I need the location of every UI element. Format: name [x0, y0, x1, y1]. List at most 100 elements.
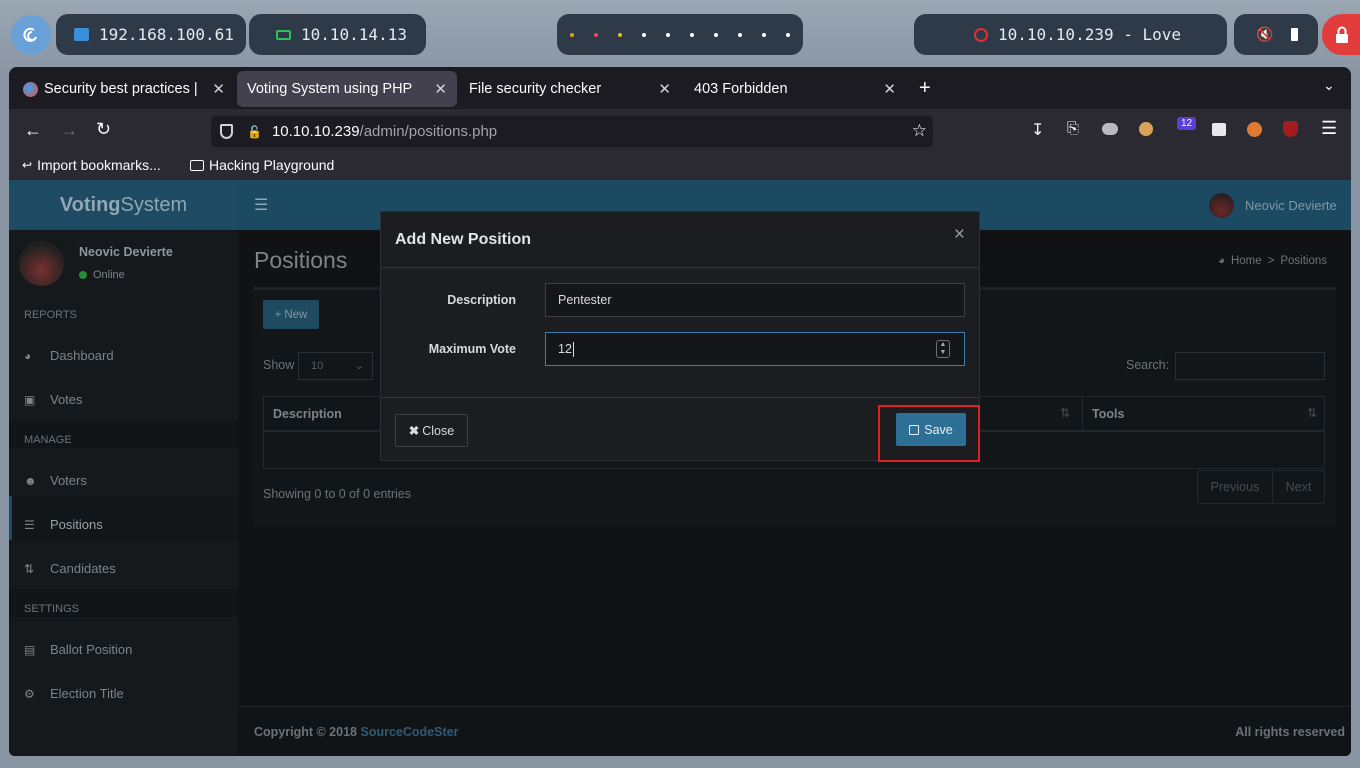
- bookmarks-toolbar: ↩ Import bookmarks... Hacking Playground: [9, 153, 1351, 180]
- workspace-dot[interactable]: [738, 32, 742, 37]
- ublock-icon[interactable]: [1283, 121, 1298, 137]
- url-bar[interactable]: 🔓 10.10.10.239 /admin/positions.php ☆: [211, 116, 933, 147]
- workspace-dot[interactable]: [666, 32, 670, 37]
- sort-icon[interactable]: ⇅: [1060, 406, 1070, 420]
- header-avatar[interactable]: [1209, 193, 1234, 218]
- power-lock-icon[interactable]: [1322, 14, 1360, 55]
- close-tab-icon[interactable]: ✕: [434, 80, 447, 98]
- sidebar-item-ballot-position[interactable]: ▤ Ballot Position: [24, 642, 132, 657]
- close-tab-icon[interactable]: ✕: [658, 80, 671, 98]
- workspace-dot[interactable]: [570, 32, 574, 37]
- col-divider: [1082, 397, 1083, 431]
- page-length-select[interactable]: 10 ⌄: [298, 352, 373, 380]
- breadcrumb-current: Positions: [1280, 255, 1328, 267]
- forward-icon[interactable]: →: [60, 120, 78, 141]
- debian-menu-icon[interactable]: [11, 15, 51, 55]
- extensions-icon[interactable]: ⎘: [1067, 120, 1079, 137]
- online-dot-icon: [79, 271, 87, 279]
- page-footer: Copyright © 2018 SourceCodeSter All righ…: [238, 706, 1351, 756]
- sidebar-item-election-title[interactable]: ⚙ Election Title: [24, 686, 124, 701]
- workspace-dot[interactable]: [714, 32, 718, 37]
- search-input[interactable]: [1175, 352, 1325, 380]
- workspace-dot[interactable]: [690, 32, 694, 37]
- lock-icon[interactable]: 🔓: [247, 125, 262, 139]
- menu-hamburger-icon[interactable]: ☰: [1321, 118, 1337, 139]
- tab-security-best-practices[interactable]: Security best practices | ✕: [13, 71, 235, 107]
- bookmark-hacking-playground[interactable]: Hacking Playground: [190, 157, 334, 173]
- sidebar-item-votes[interactable]: ▣ Votes: [24, 392, 83, 407]
- vpn-ip-widget[interactable]: 10.10.14.13: [249, 14, 426, 55]
- status-text: Online: [93, 269, 125, 281]
- new-button-label: New: [284, 308, 308, 321]
- workspace-dot[interactable]: [762, 32, 766, 37]
- breadcrumb-home[interactable]: Home: [1231, 255, 1262, 267]
- sort-icon: ⇅: [24, 561, 35, 576]
- workspace-dot[interactable]: [594, 32, 598, 37]
- sidebar-section-settings: SETTINGS: [24, 603, 80, 615]
- description-field[interactable]: Pentester: [545, 283, 965, 317]
- workspace-indicator[interactable]: [557, 14, 803, 55]
- times-icon: ✖: [408, 424, 420, 438]
- max-vote-value: 12: [558, 342, 572, 356]
- users-icon: ☻: [24, 473, 37, 488]
- tab-403-forbidden[interactable]: 403 Forbidden ✕: [684, 71, 906, 107]
- online-status: Online: [79, 269, 125, 281]
- mute-icon[interactable]: 🔇: [1256, 27, 1273, 43]
- next-button[interactable]: Next: [1272, 470, 1325, 504]
- target-text: 10.10.10.239 - Love: [998, 25, 1182, 44]
- cookie-icon[interactable]: [1139, 122, 1153, 136]
- close-button[interactable]: ✖ Close: [395, 414, 468, 447]
- workspace-dot[interactable]: [786, 32, 790, 37]
- target-widget[interactable]: 10.10.10.239 - Love: [914, 14, 1227, 55]
- previous-button[interactable]: Previous: [1197, 470, 1273, 504]
- stepper-icon[interactable]: ▲ ▼: [936, 340, 950, 358]
- modal-close-icon[interactable]: ×: [954, 224, 965, 246]
- badge-extension-icon[interactable]: 12: [1177, 117, 1197, 130]
- description-value: Pentester: [558, 293, 612, 307]
- reload-icon[interactable]: ↻: [96, 119, 111, 140]
- workspace-dot[interactable]: [642, 32, 646, 37]
- downloads-icon[interactable]: ↧: [1031, 120, 1044, 140]
- local-ip-widget[interactable]: 192.168.100.61: [56, 14, 246, 55]
- wappalyzer-icon[interactable]: [1212, 123, 1226, 136]
- footer-link[interactable]: SourceCodeSter: [360, 725, 458, 739]
- max-vote-stepper[interactable]: 12 ▲ ▼: [545, 332, 965, 366]
- page-length-value: 10: [311, 360, 324, 372]
- save-button[interactable]: Save: [896, 413, 966, 446]
- header-user-name[interactable]: Neovic Devierte: [1245, 198, 1337, 213]
- chevron-down-icon: ⌄: [354, 360, 364, 372]
- sidebar-item-label: Ballot Position: [50, 642, 133, 657]
- close-tab-icon[interactable]: ✕: [883, 80, 896, 98]
- foxyproxy-icon[interactable]: [1247, 122, 1262, 137]
- close-tab-icon[interactable]: ✕: [212, 80, 225, 98]
- sort-icon[interactable]: ⇅: [1307, 406, 1317, 420]
- sidebar-item-label: Positions: [50, 517, 103, 532]
- app-logo[interactable]: Voting System: [9, 180, 238, 230]
- bookmark-import[interactable]: ↩ Import bookmarks...: [22, 157, 161, 173]
- navigation-toolbar: ← → ↻ 🔓 10.10.10.239 /admin/positions.ph…: [9, 109, 1351, 153]
- new-button[interactable]: + New: [263, 300, 319, 329]
- col-description[interactable]: Description: [273, 407, 342, 421]
- page-title: Positions: [254, 247, 348, 273]
- shield-icon[interactable]: [220, 124, 233, 139]
- breadcrumb: ◕ Home > Positions: [1218, 255, 1327, 267]
- local-ip-text: 192.168.100.61: [99, 25, 234, 44]
- tab-file-security-checker[interactable]: File security checker ✕: [459, 71, 681, 107]
- workspace-dot[interactable]: [618, 32, 622, 37]
- battery-icon: [1291, 28, 1299, 41]
- tab-list-chevron-icon[interactable]: ⌄: [1323, 77, 1335, 94]
- sidebar-item-voters[interactable]: ☻ Voters: [24, 473, 87, 488]
- modal-title: Add New Position: [395, 230, 531, 248]
- sidebar-toggle-icon[interactable]: ☰: [254, 195, 268, 215]
- close-button-label: Close: [422, 423, 455, 438]
- new-tab-icon[interactable]: +: [919, 77, 931, 100]
- sidebar-item-dashboard[interactable]: ◕ Dashboard: [24, 348, 114, 363]
- sidebar-item-positions[interactable]: ☰ Positions: [24, 517, 103, 532]
- back-icon[interactable]: ←: [24, 120, 42, 141]
- col-tools[interactable]: Tools: [1092, 407, 1124, 421]
- import-icon: ↩: [22, 158, 33, 172]
- bookmark-star-icon[interactable]: ☆: [912, 121, 927, 141]
- extension-icon[interactable]: [1102, 123, 1118, 135]
- tab-voting-system[interactable]: Voting System using PHP ✕: [237, 71, 457, 107]
- sidebar-item-candidates[interactable]: ⇅ Candidates: [24, 561, 116, 576]
